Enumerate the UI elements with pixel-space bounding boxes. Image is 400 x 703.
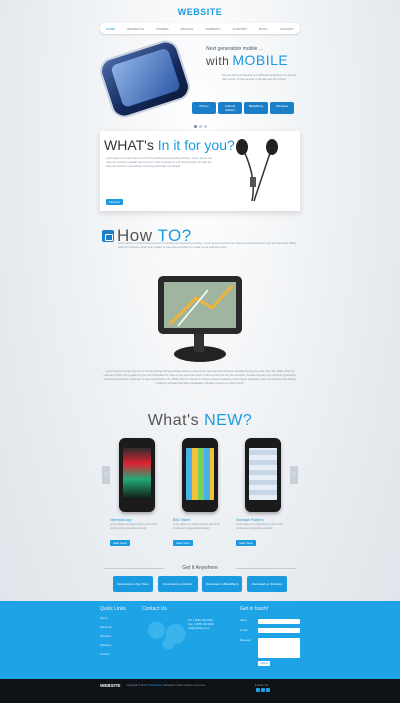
blackberry-download-button[interactable]: Download on BlackBerry bbox=[202, 576, 243, 592]
follow-us-label: Follow Us bbox=[255, 683, 269, 687]
earphones-image bbox=[236, 139, 278, 202]
contact-line[interactable]: info@website.com bbox=[188, 627, 214, 631]
product-card: Vozmash Platform Lorem Ipsum is simply d… bbox=[236, 438, 290, 549]
blackberry-store-button[interactable]: BlackBerry bbox=[244, 102, 268, 114]
store-buttons: iPhone Android Market BlackBerry Windows bbox=[192, 102, 294, 114]
whats-new-title: What's NEW? bbox=[0, 412, 400, 430]
main-nav: HOME PRODUCTS STORES PRICING COMPANY SUP… bbox=[100, 23, 300, 34]
nav-blog[interactable]: BLOG bbox=[259, 27, 267, 31]
name-field[interactable] bbox=[258, 619, 300, 624]
hero-text: Sample offers full featured and dedicate… bbox=[222, 74, 297, 81]
name-label: Name bbox=[240, 619, 247, 622]
product-card: BSD Tablet Lorem Ipsum is simply dummy t… bbox=[173, 438, 227, 549]
email-label: E-mail bbox=[240, 629, 248, 632]
download-buttons: Download on App Store Download on Androi… bbox=[113, 576, 287, 592]
whats-new-title-prefix: What's bbox=[147, 412, 200, 429]
quick-links-title: Quick Links bbox=[100, 606, 126, 612]
product-description: Lorem Ipsum is simply dummy text of the … bbox=[110, 523, 158, 530]
read-more-button[interactable]: read more bbox=[173, 540, 193, 546]
hero-title-prefix: with bbox=[206, 54, 230, 68]
product-name[interactable]: Intermobil App bbox=[110, 518, 164, 522]
how-to-icon bbox=[102, 230, 114, 242]
whats-new-title-main: NEW? bbox=[204, 412, 253, 429]
get-it-title: Get It Anywhere bbox=[100, 565, 300, 571]
android-store-button[interactable]: Android Market bbox=[218, 102, 242, 114]
nav-contact[interactable]: CONTACT bbox=[280, 27, 294, 31]
product-description: Lorem Ipsum is simply dummy text of the … bbox=[173, 523, 221, 530]
smartphone-image bbox=[96, 36, 194, 122]
nav-products[interactable]: PRODUCTS bbox=[127, 27, 144, 31]
how-to-body: Lorem Ipsum is simply dummy text of the … bbox=[103, 370, 297, 385]
read-more-button[interactable]: read more bbox=[236, 540, 256, 546]
app-store-download-button[interactable]: Download on App Store bbox=[113, 576, 153, 592]
footer-logo[interactable]: WEBSITE bbox=[100, 683, 121, 688]
whats-in-title-prefix: WHAT's bbox=[104, 137, 154, 153]
read-more-button[interactable]: read more bbox=[110, 540, 130, 546]
whats-in-title: WHAT's In it for you? bbox=[104, 137, 235, 153]
quick-link[interactable]: About Us bbox=[100, 625, 112, 629]
page: WEBSITE HOME PRODUCTS STORES PRICING COM… bbox=[0, 0, 400, 703]
copyright-link[interactable]: XYZ Solutions bbox=[147, 684, 163, 687]
rss-icon[interactable] bbox=[266, 688, 270, 692]
hero-title: with MOBILE bbox=[206, 52, 288, 68]
message-label: Message bbox=[240, 639, 251, 642]
bottom-bar: WEBSITE Copyright © 2011 XYZ Solutions R… bbox=[0, 679, 400, 703]
quick-link[interactable]: Solutions bbox=[100, 643, 112, 647]
windows-download-button[interactable]: Download on Windows bbox=[246, 576, 287, 592]
quick-links-list: Home About Us Services Solutions Contact bbox=[100, 616, 112, 661]
quick-link[interactable]: Contact bbox=[100, 652, 112, 656]
copyright-suffix: Released under Creative Commons bbox=[163, 684, 206, 687]
product-phone-image bbox=[182, 438, 218, 512]
social-icons bbox=[256, 688, 270, 692]
product-phone-image bbox=[245, 438, 281, 512]
slider-pagination bbox=[194, 125, 207, 128]
gps-device-image bbox=[158, 276, 242, 362]
slider-dot[interactable] bbox=[194, 125, 197, 128]
find-out-button[interactable]: Find out bbox=[106, 199, 123, 205]
how-to-section: How TO? Lorem Ipsum is simply dummy text… bbox=[100, 226, 300, 376]
whats-in-it-panel: WHAT's In it for you? Lorem Ipsum is sim… bbox=[100, 131, 300, 211]
product-name[interactable]: BSD Tablet bbox=[173, 518, 227, 522]
hero-title-main: MOBILE bbox=[232, 52, 289, 68]
product-phone-image bbox=[119, 438, 155, 512]
email-field[interactable] bbox=[258, 628, 300, 633]
quick-link[interactable]: Services bbox=[100, 634, 112, 638]
footer: Quick Links Home About Us Services Solut… bbox=[0, 601, 400, 679]
copyright-prefix: Copyright © 2011 bbox=[126, 684, 147, 687]
submit-button[interactable]: Submit bbox=[258, 661, 270, 666]
windows-store-button[interactable]: Windows bbox=[270, 102, 294, 114]
iphone-store-button[interactable]: iPhone bbox=[192, 102, 216, 114]
message-field[interactable] bbox=[258, 638, 300, 658]
nav-company[interactable]: COMPANY bbox=[205, 27, 220, 31]
nav-home[interactable]: HOME bbox=[106, 27, 115, 31]
nav-stores[interactable]: STORES bbox=[156, 27, 168, 31]
copyright-text: Copyright © 2011 XYZ Solutions Released … bbox=[126, 684, 205, 687]
how-to-intro: Lorem Ipsum is simply dummy text of the … bbox=[118, 242, 297, 249]
product-carousel: Intermobil App Lorem Ipsum is simply dum… bbox=[110, 438, 290, 549]
contact-us-title: Contact Us bbox=[142, 606, 167, 612]
product-card: Intermobil App Lorem Ipsum is simply dum… bbox=[110, 438, 164, 549]
product-name[interactable]: Vozmash Platform bbox=[236, 518, 290, 522]
slider-dot[interactable] bbox=[204, 125, 207, 128]
product-description: Lorem Ipsum is simply dummy text of the … bbox=[236, 523, 284, 530]
world-map-image bbox=[142, 615, 190, 653]
android-download-button[interactable]: Download on Android bbox=[157, 576, 198, 592]
nav-support[interactable]: SUPPORT bbox=[232, 27, 246, 31]
facebook-icon[interactable] bbox=[256, 688, 260, 692]
hero-slider: Next generation mobile ... with MOBILE Sa… bbox=[96, 36, 300, 122]
carousel-prev-arrow[interactable]: ‹ bbox=[102, 466, 110, 484]
nav-pricing[interactable]: PRICING bbox=[181, 27, 194, 31]
site-logo[interactable]: WEBSITE bbox=[0, 7, 400, 17]
contact-form-labels: Name E-mail Message bbox=[240, 619, 251, 649]
contact-details: Tel: 1 (855) 000-0000 Fax: 1 (855) 000-0… bbox=[188, 619, 214, 631]
quick-link[interactable]: Home bbox=[100, 616, 112, 620]
get-in-touch-title: Get in touch! bbox=[240, 606, 269, 612]
carousel-next-arrow[interactable]: › bbox=[290, 466, 298, 484]
whats-in-text: Lorem Ipsum is simply dummy text of the … bbox=[106, 157, 212, 168]
twitter-icon[interactable] bbox=[261, 688, 265, 692]
slider-dot[interactable] bbox=[199, 125, 202, 128]
